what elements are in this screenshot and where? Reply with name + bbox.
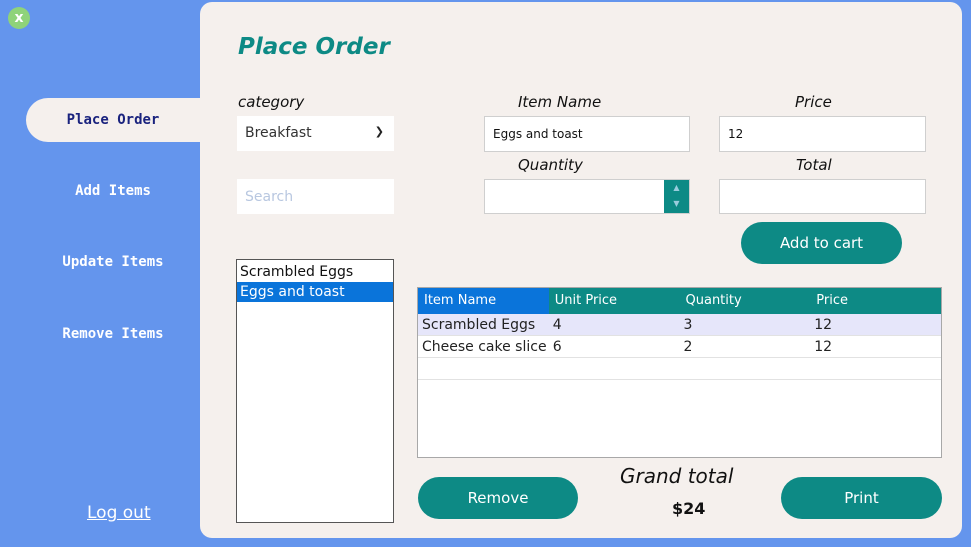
total-field[interactable] [719,179,926,214]
cell-item-name: Scrambled Eggs [422,317,536,333]
spin-down-icon[interactable]: ▼ [664,196,689,212]
item-name-label: Item Name [518,93,602,111]
sidebar-item-place-order[interactable]: Place Order [26,98,200,142]
spin-up-icon[interactable]: ▲ [664,180,689,196]
item-name-field[interactable]: Eggs and toast [484,116,690,152]
column-header-item-name[interactable]: Item Name [418,288,549,314]
column-header-unit-price[interactable]: Unit Price [549,288,680,314]
table-header: Item Name Unit Price Quantity Price [418,288,941,314]
table-row[interactable]: Scrambled Eggs 4 3 12 [418,314,941,336]
page-title: Place Order [238,34,390,60]
cell-price: 12 [814,339,833,355]
close-icon[interactable]: x [8,7,30,29]
cell-quantity: 3 [683,317,693,333]
sidebar-item-update-items[interactable]: Update Items [26,240,200,284]
column-header-quantity[interactable]: Quantity [680,288,811,314]
chevron-down-icon: ❯ [374,125,384,138]
category-select[interactable]: Breakfast ❯ [237,116,394,151]
grand-total-value: $24 [672,499,706,518]
category-value: Breakfast [245,125,312,141]
sidebar-item-remove-items[interactable]: Remove Items [26,312,200,356]
category-label: category [238,93,305,111]
remove-button[interactable]: Remove [418,477,578,519]
total-label: Total [796,156,832,174]
sidebar-item-add-items[interactable]: Add Items [26,169,200,213]
logout-link[interactable]: Log out [87,503,151,523]
print-button[interactable]: Print [781,477,942,519]
price-label: Price [795,93,832,111]
column-header-price[interactable]: Price [810,288,941,314]
quantity-spinner[interactable]: ▲ ▼ [664,180,689,213]
table-row[interactable]: Cheese cake slice 6 2 12 [418,336,941,358]
quantity-stepper[interactable] [484,179,690,214]
cell-quantity: 2 [683,339,693,355]
list-item-selected[interactable]: Eggs and toast [237,282,393,302]
cart-table[interactable]: Item Name Unit Price Quantity Price Scra… [417,287,942,458]
cell-unit-price: 4 [552,317,562,333]
quantity-label: Quantity [518,156,583,174]
cell-unit-price: 6 [552,339,562,355]
grand-total-label: Grand total [620,464,734,488]
cell-price: 12 [814,317,833,333]
list-item[interactable]: Scrambled Eggs [237,262,393,282]
search-input[interactable] [237,179,394,214]
item-listbox[interactable]: Scrambled Eggs Eggs and toast [236,259,394,523]
add-to-cart-button[interactable]: Add to cart [741,222,902,264]
table-row-empty [418,358,941,380]
price-field[interactable]: 12 [719,116,926,152]
cell-item-name: Cheese cake slice [422,339,547,355]
